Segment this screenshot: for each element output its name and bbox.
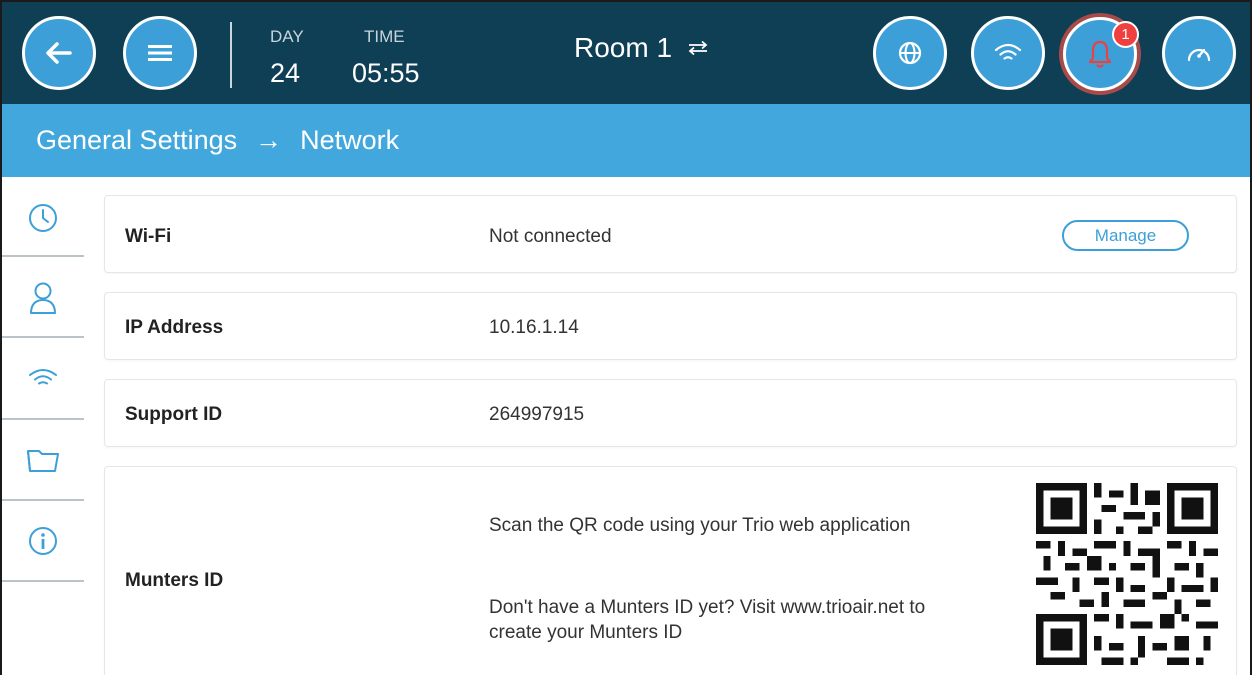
alarm-count-badge: 1: [1112, 21, 1139, 48]
sidebar-item-time[interactable]: [2, 177, 84, 259]
header-divider: [230, 22, 232, 88]
app-window: DAY 24 TIME 05:55 Room 1 1 General Setti…: [0, 0, 1252, 675]
munters-visit-line2: create your Munters ID: [489, 622, 683, 643]
user-icon: [30, 282, 56, 314]
breadcrumb-parent[interactable]: General Settings: [36, 125, 237, 156]
wifi-row: Wi-Fi Not connected Manage: [104, 195, 1237, 273]
menu-button[interactable]: [123, 16, 197, 90]
support-id-value: 264997915: [489, 404, 585, 425]
support-id-label: Support ID: [125, 404, 223, 425]
wifi-icon: [994, 43, 1022, 60]
bell-icon: [1088, 40, 1112, 68]
top-bar: DAY 24 TIME 05:55 Room 1 1: [2, 2, 1250, 104]
wifi-icon: [29, 369, 57, 385]
sidebar-item-info[interactable]: [2, 502, 84, 580]
sidebar-item-network[interactable]: [2, 339, 84, 417]
sidebar-item-files[interactable]: [2, 421, 84, 499]
munters-id-row: Munters ID Scan the QR code using your T…: [104, 466, 1237, 675]
ip-address-label: IP Address: [125, 317, 224, 338]
time-label: TIME: [364, 27, 405, 46]
room-name: Room 1: [574, 32, 673, 63]
sidebar-separator: [2, 580, 84, 582]
swap-arrows-icon: [688, 40, 708, 56]
network-button[interactable]: [971, 16, 1045, 90]
qr-code-icon: [1036, 483, 1218, 665]
breadcrumb-current: Network: [300, 125, 400, 155]
ip-address-value: 10.16.1.14: [489, 317, 579, 338]
munters-visit-line1: Don't have a Munters ID yet? Visit www.t…: [489, 597, 926, 618]
folder-icon: [27, 450, 59, 472]
back-arrow-icon: [46, 42, 72, 64]
info-icon: [29, 527, 57, 555]
munters-scan-text: Scan the QR code using your Trio web app…: [489, 515, 911, 536]
sidebar-separator: [2, 255, 84, 257]
sidebar-separator: [2, 499, 84, 501]
manage-wifi-button[interactable]: Manage: [1062, 220, 1189, 251]
back-button[interactable]: [22, 16, 96, 90]
sidebar-separator: [2, 336, 84, 338]
menu-icon: [148, 45, 172, 61]
dashboard-button[interactable]: [1162, 16, 1236, 90]
breadcrumb-separator: →: [255, 125, 283, 155]
globe-icon: [898, 41, 922, 65]
sidebar: [2, 177, 84, 675]
sidebar-separator: [2, 418, 84, 420]
day-value: 24: [270, 58, 301, 88]
support-id-row: Support ID 264997915: [104, 379, 1237, 447]
sidebar-item-users[interactable]: [2, 259, 84, 337]
room-selector[interactable]: Room 1: [574, 32, 710, 64]
day-label: DAY: [270, 27, 304, 46]
language-button[interactable]: [873, 16, 947, 90]
time-value: 05:55: [352, 58, 420, 88]
clock-icon: [29, 204, 57, 232]
wifi-status: Not connected: [489, 226, 612, 247]
munters-id-label: Munters ID: [125, 570, 224, 591]
breadcrumb: General Settings → Network: [2, 104, 1250, 177]
ip-address-row: IP Address 10.16.1.14: [104, 292, 1237, 360]
wifi-label: Wi-Fi: [125, 226, 172, 247]
gauge-icon: [1187, 48, 1211, 62]
